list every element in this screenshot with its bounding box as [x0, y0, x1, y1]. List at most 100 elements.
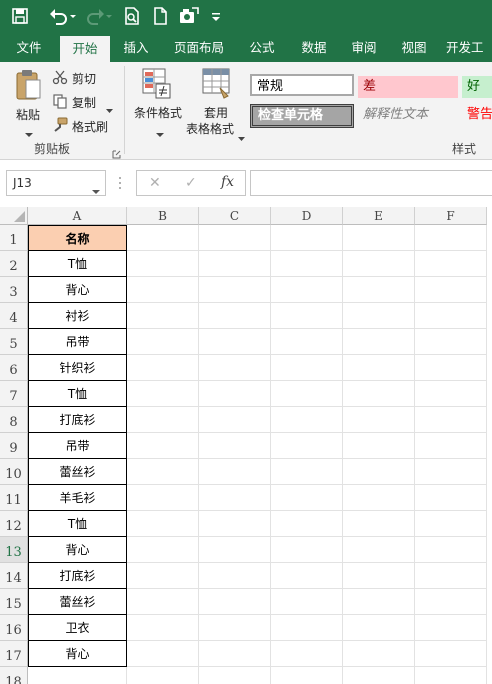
cell-a1[interactable]: 名称: [28, 225, 127, 251]
cell-d18[interactable]: [271, 667, 343, 684]
cell-b4[interactable]: [127, 303, 199, 329]
cell-f17[interactable]: [415, 641, 487, 667]
column-header-d[interactable]: D: [271, 207, 343, 225]
undo-dropdown-icon[interactable]: [68, 6, 78, 28]
cell-b9[interactable]: [127, 433, 199, 459]
paste-button[interactable]: 粘贴: [8, 68, 48, 137]
cell-d11[interactable]: [271, 485, 343, 511]
tab-page-layout[interactable]: 页面布局: [166, 34, 232, 62]
cell-b7[interactable]: [127, 381, 199, 407]
row-header-11[interactable]: 11: [0, 485, 28, 511]
row-header-7[interactable]: 7: [0, 381, 28, 407]
cell-d9[interactable]: [271, 433, 343, 459]
row-header-12[interactable]: 12: [0, 511, 28, 537]
cell-f15[interactable]: [415, 589, 487, 615]
cell-b12[interactable]: [127, 511, 199, 537]
cell-c11[interactable]: [199, 485, 271, 511]
row-header-1[interactable]: 1: [0, 225, 28, 251]
style-warning[interactable]: 警告: [462, 104, 492, 126]
cell-b16[interactable]: [127, 615, 199, 641]
cell-e5[interactable]: [343, 329, 415, 355]
row-header-4[interactable]: 4: [0, 303, 28, 329]
cell-a16[interactable]: 卫衣: [28, 615, 127, 641]
cell-c2[interactable]: [199, 251, 271, 277]
cell-f2[interactable]: [415, 251, 487, 277]
column-header-b[interactable]: B: [127, 207, 199, 225]
cell-a15[interactable]: 蕾丝衫: [28, 589, 127, 615]
cell-a2[interactable]: T恤: [28, 251, 127, 277]
cell-b10[interactable]: [127, 459, 199, 485]
column-header-a[interactable]: A: [28, 207, 127, 225]
tab-data[interactable]: 数据: [292, 34, 336, 62]
camera-icon[interactable]: [178, 6, 200, 28]
cell-e2[interactable]: [343, 251, 415, 277]
cell-b5[interactable]: [127, 329, 199, 355]
cell-f13[interactable]: [415, 537, 487, 563]
cell-a9[interactable]: 吊带: [28, 433, 127, 459]
row-header-3[interactable]: 3: [0, 277, 28, 303]
cell-c17[interactable]: [199, 641, 271, 667]
cell-a14[interactable]: 打底衫: [28, 563, 127, 589]
cell-f3[interactable]: [415, 277, 487, 303]
cell-f12[interactable]: [415, 511, 487, 537]
cell-e4[interactable]: [343, 303, 415, 329]
format-as-table-button[interactable]: 套用 表格格式: [186, 68, 248, 141]
cell-e7[interactable]: [343, 381, 415, 407]
cell-a6[interactable]: 针织衫: [28, 355, 127, 381]
cell-b1[interactable]: [127, 225, 199, 251]
row-header-18[interactable]: 18: [0, 667, 28, 684]
style-bad[interactable]: 差: [358, 76, 458, 98]
cell-c9[interactable]: [199, 433, 271, 459]
cell-b14[interactable]: [127, 563, 199, 589]
cell-a12[interactable]: T恤: [28, 511, 127, 537]
cell-f11[interactable]: [415, 485, 487, 511]
cell-c13[interactable]: [199, 537, 271, 563]
column-header-c[interactable]: C: [199, 207, 271, 225]
conditional-format-dropdown-icon[interactable]: [156, 124, 164, 143]
cell-a18[interactable]: [28, 667, 127, 684]
cell-f4[interactable]: [415, 303, 487, 329]
cell-d2[interactable]: [271, 251, 343, 277]
cell-a13[interactable]: 背心: [28, 537, 127, 563]
row-header-2[interactable]: 2: [0, 251, 28, 277]
cell-d8[interactable]: [271, 407, 343, 433]
new-document-icon[interactable]: [150, 6, 172, 28]
cell-c7[interactable]: [199, 381, 271, 407]
cell-a5[interactable]: 吊带: [28, 329, 127, 355]
column-header-f[interactable]: F: [415, 207, 487, 225]
cell-c10[interactable]: [199, 459, 271, 485]
cell-c6[interactable]: [199, 355, 271, 381]
cell-d4[interactable]: [271, 303, 343, 329]
row-header-10[interactable]: 10: [0, 459, 28, 485]
tab-formulas[interactable]: 公式: [240, 34, 284, 62]
cut-button[interactable]: 剪切: [52, 68, 112, 88]
tab-home[interactable]: 开始: [60, 36, 110, 62]
cell-e3[interactable]: [343, 277, 415, 303]
print-preview-icon[interactable]: [122, 6, 144, 28]
cell-a3[interactable]: 背心: [28, 277, 127, 303]
style-good[interactable]: 好: [462, 76, 492, 98]
cell-e1[interactable]: [343, 225, 415, 251]
cell-d1[interactable]: [271, 225, 343, 251]
tab-review[interactable]: 审阅: [342, 34, 386, 62]
cell-c1[interactable]: [199, 225, 271, 251]
cell-b11[interactable]: [127, 485, 199, 511]
enter-icon[interactable]: ✓: [185, 175, 197, 191]
cell-b6[interactable]: [127, 355, 199, 381]
row-header-17[interactable]: 17: [0, 641, 28, 667]
cell-f18[interactable]: [415, 667, 487, 684]
style-check-cell[interactable]: 检查单元格: [250, 104, 354, 128]
row-header-16[interactable]: 16: [0, 615, 28, 641]
cell-c18[interactable]: [199, 667, 271, 684]
cell-b8[interactable]: [127, 407, 199, 433]
tab-file[interactable]: 文件: [6, 34, 52, 62]
cell-e6[interactable]: [343, 355, 415, 381]
cell-d17[interactable]: [271, 641, 343, 667]
cell-a17[interactable]: 背心: [28, 641, 127, 667]
row-header-15[interactable]: 15: [0, 589, 28, 615]
cell-d14[interactable]: [271, 563, 343, 589]
cell-f16[interactable]: [415, 615, 487, 641]
formula-input[interactable]: [250, 170, 492, 196]
cell-c8[interactable]: [199, 407, 271, 433]
cell-e9[interactable]: [343, 433, 415, 459]
